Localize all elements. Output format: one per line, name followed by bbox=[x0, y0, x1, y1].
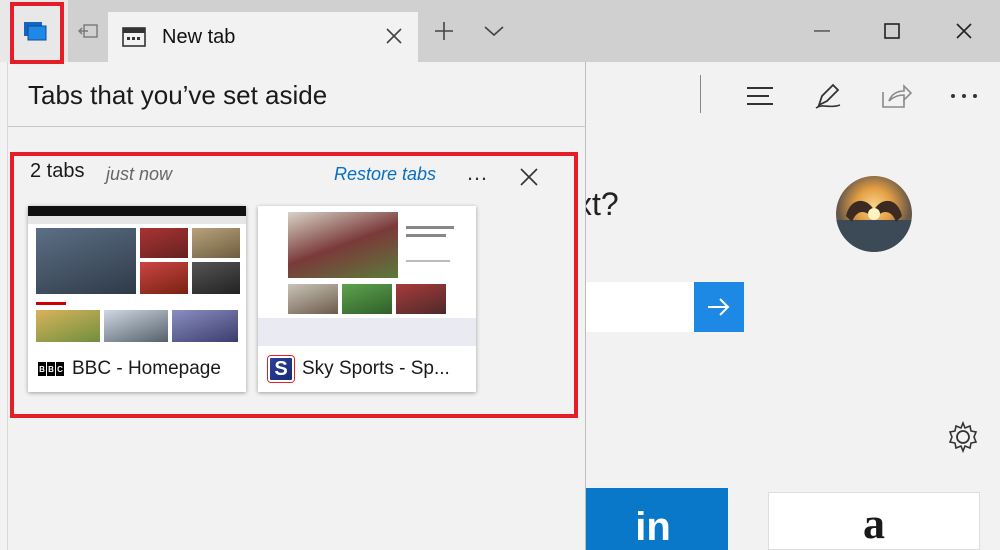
card-title: Sky Sports - Sp... bbox=[302, 358, 450, 379]
search-input[interactable] bbox=[576, 282, 694, 332]
share-button[interactable] bbox=[876, 76, 916, 116]
restore-tabs-link[interactable]: Restore tabs bbox=[334, 164, 436, 185]
bbc-logo-icon: BBC bbox=[38, 362, 64, 376]
panel-title: Tabs that you’ve set aside bbox=[28, 80, 328, 110]
minimize-icon: — bbox=[814, 22, 830, 39]
amazon-tile[interactable]: a bbox=[768, 492, 980, 550]
close-icon bbox=[520, 168, 538, 186]
hub-icon bbox=[747, 87, 773, 105]
tab-title: New tab bbox=[162, 25, 236, 48]
sky-sports-thumbnail bbox=[258, 206, 476, 346]
share-icon bbox=[882, 84, 912, 108]
web-note-button[interactable] bbox=[808, 76, 848, 116]
tab-new-tab[interactable]: New tab bbox=[108, 12, 418, 62]
plus-icon bbox=[435, 22, 453, 40]
remove-tab-group-button[interactable] bbox=[518, 166, 540, 193]
more-options-button[interactable] bbox=[944, 76, 984, 116]
card-footer: BBC BBC - Homepage bbox=[28, 346, 246, 392]
search-submit-button[interactable] bbox=[694, 282, 744, 332]
close-icon bbox=[386, 28, 402, 44]
maximize-icon bbox=[884, 23, 900, 39]
amazon-tile-logo: a bbox=[863, 499, 885, 548]
linkedin-tile[interactable]: in bbox=[578, 488, 728, 550]
close-window-button[interactable] bbox=[944, 0, 984, 62]
tab-group-count: 2 tabs bbox=[30, 160, 85, 182]
linkedin-tile-logo: in bbox=[635, 505, 671, 549]
new-tab-button[interactable] bbox=[426, 0, 462, 62]
set-aside-tab-card-sky-sports[interactable]: S Sky Sports - Sp... bbox=[258, 206, 476, 392]
customize-button[interactable] bbox=[946, 420, 980, 459]
tab-group-more-button[interactable]: … bbox=[466, 160, 489, 186]
new-tab-page-icon bbox=[122, 27, 146, 47]
toolbar-divider bbox=[700, 75, 701, 113]
panel-left-edge bbox=[0, 62, 8, 550]
highlight-box-set-aside-button bbox=[10, 2, 64, 64]
title-bar: New tab — bbox=[0, 0, 1000, 64]
close-icon bbox=[956, 23, 972, 39]
set-tabs-aside-button[interactable] bbox=[70, 0, 106, 62]
heart-hands-image bbox=[836, 200, 912, 252]
arrow-right-icon bbox=[708, 298, 730, 316]
minimize-button[interactable]: — bbox=[802, 0, 842, 62]
card-footer: S Sky Sports - Sp... bbox=[258, 346, 476, 392]
set-aside-tab-card-bbc[interactable]: BBC BBC - Homepage bbox=[28, 206, 246, 392]
tab-preview-toggle[interactable] bbox=[476, 0, 512, 62]
tab-group-time: just now bbox=[106, 164, 173, 184]
background-image-avatar bbox=[836, 176, 912, 252]
sky-sports-logo-icon: S bbox=[268, 356, 294, 382]
maximize-button[interactable] bbox=[872, 0, 912, 62]
chevron-down-icon bbox=[484, 26, 504, 37]
bbc-thumbnail bbox=[28, 206, 246, 346]
set-aside-icon bbox=[78, 24, 98, 38]
gear-icon bbox=[948, 420, 978, 454]
more-icon bbox=[951, 94, 977, 98]
tabs-set-aside-panel: Tabs that you’ve set aside 2 tabs just n… bbox=[8, 62, 586, 550]
close-tab-button[interactable] bbox=[382, 24, 406, 53]
panel-divider bbox=[8, 126, 586, 127]
card-title: BBC - Homepage bbox=[72, 358, 221, 379]
hub-button[interactable] bbox=[740, 76, 780, 116]
pen-icon bbox=[815, 83, 841, 109]
